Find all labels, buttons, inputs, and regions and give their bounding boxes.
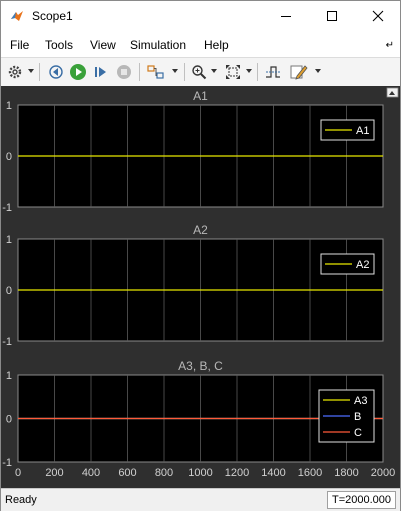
close-button[interactable] xyxy=(355,1,401,31)
matlab-icon xyxy=(11,11,23,21)
menu-view[interactable]: View xyxy=(90,38,116,52)
run-button[interactable] xyxy=(68,62,88,82)
toolbar xyxy=(1,57,400,87)
legend-label: C xyxy=(354,427,362,439)
zoom-dropdown-icon[interactable] xyxy=(211,69,217,73)
menu-file[interactable]: File xyxy=(10,38,29,52)
close-icon xyxy=(372,10,384,22)
x-tick-label: 400 xyxy=(82,467,100,479)
pencil-icon xyxy=(290,65,308,80)
y-tick-label: 1 xyxy=(6,234,12,246)
maximize-button[interactable] xyxy=(309,1,355,31)
fit-dropdown-icon[interactable] xyxy=(246,69,252,73)
zoom-button[interactable] xyxy=(189,62,209,82)
fit-to-view-button[interactable] xyxy=(223,62,243,82)
highlight-block-button[interactable] xyxy=(146,62,166,82)
simulation-time: T=2000.000 xyxy=(326,491,396,509)
y-tick-label: 1 xyxy=(6,100,12,112)
run-icon xyxy=(70,64,86,80)
x-tick-label: 1600 xyxy=(298,467,322,479)
x-tick-label: 2000 xyxy=(371,467,395,479)
scope-plots[interactable]: A1-101A1A2-101A2A3, B, C-1010 200 400 600 80… xyxy=(1,86,400,488)
y-tick-label: 0 xyxy=(6,151,12,163)
fit-to-view-icon xyxy=(226,65,240,79)
menu-tools[interactable]: Tools xyxy=(45,38,73,52)
y-tick-label: -1 xyxy=(2,457,12,469)
x-tick-label: 1000 xyxy=(188,467,212,479)
undock-icon[interactable] xyxy=(386,87,399,98)
y-tick-label: 0 xyxy=(6,285,12,297)
status-text: Ready xyxy=(5,494,37,506)
x-tick-label: 1400 xyxy=(261,467,285,479)
style-dropdown-icon[interactable] xyxy=(315,69,321,73)
y-tick-label: 1 xyxy=(6,370,12,382)
settings-dropdown-icon[interactable] xyxy=(28,69,34,73)
x-tick-label: 200 xyxy=(45,467,63,479)
x-tick-label: 600 xyxy=(118,467,136,479)
x-tick-label: 1200 xyxy=(225,467,249,479)
axes-title: A2 xyxy=(193,223,208,237)
stop-icon xyxy=(117,65,131,79)
x-tick-label: 0 xyxy=(15,467,21,479)
zoom-icon xyxy=(192,65,207,80)
y-tick-label: -1 xyxy=(2,202,12,214)
legend-label: A2 xyxy=(356,259,369,271)
axes-title: A3, B, C xyxy=(178,359,223,373)
y-tick-label: 0 xyxy=(6,414,12,426)
toolbar-separator xyxy=(257,63,258,81)
highlight-dropdown-icon[interactable] xyxy=(172,69,178,73)
x-tick-label: 800 xyxy=(155,467,173,479)
menu-help[interactable]: Help xyxy=(204,38,229,52)
toolbar-separator xyxy=(184,63,185,81)
maximize-icon xyxy=(327,11,337,21)
minimize-icon xyxy=(281,16,291,17)
stop-button[interactable] xyxy=(114,62,134,82)
x-tick-label: 1800 xyxy=(334,467,358,479)
status-bar: Ready T=2000.000 xyxy=(1,488,400,511)
trigger-icon xyxy=(266,66,280,78)
window-title: Scope1 xyxy=(32,9,73,23)
step-back-icon xyxy=(49,65,63,79)
step-forward-icon xyxy=(95,67,106,77)
legend-label: A1 xyxy=(356,125,369,137)
triggers-button[interactable] xyxy=(263,62,283,82)
gear-icon xyxy=(8,65,22,79)
title-bar[interactable]: Scope1 xyxy=(1,1,400,31)
menu-simulation[interactable]: Simulation xyxy=(130,38,186,52)
step-back-button[interactable] xyxy=(46,62,66,82)
minimize-button[interactable] xyxy=(263,1,309,31)
scope-window: Scope1 File Tools View Simulation Help ↵ xyxy=(0,0,401,511)
y-tick-label: -1 xyxy=(2,336,12,348)
legend-label: B xyxy=(354,411,361,423)
menu-bar: File Tools View Simulation Help ↵ xyxy=(1,34,400,56)
toolbar-separator xyxy=(39,63,40,81)
axes-title: A1 xyxy=(193,89,208,103)
scope-display: A1 -1 0 1 A1 A2 -1 0 1 A2 A3, B, C -1 0 1 0 200 400 600 80… xyxy=(1,86,400,488)
settings-button[interactable] xyxy=(5,62,25,82)
style-button[interactable] xyxy=(289,62,309,82)
block-diagram-icon xyxy=(147,65,164,79)
step-forward-button[interactable] xyxy=(91,62,111,82)
toolbar-separator xyxy=(139,63,140,81)
legend-label: A3 xyxy=(354,395,367,407)
dock-arrow-icon[interactable]: ↵ xyxy=(386,40,394,51)
